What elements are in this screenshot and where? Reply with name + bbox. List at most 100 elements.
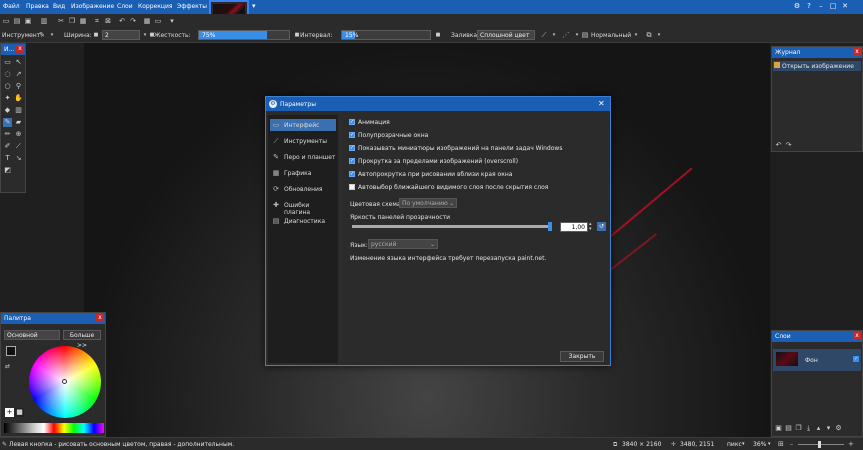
merge-layer-icon[interactable]: ⤓: [804, 424, 813, 433]
save-icon[interactable]: ▣: [24, 17, 32, 25]
nav-updates[interactable]: ⟳ Обновления: [270, 183, 336, 195]
swap-colors-icon[interactable]: ⇄: [5, 363, 10, 370]
ruler-icon[interactable]: ▭: [154, 17, 162, 25]
checkbox-autoscroll[interactable]: ✓: [349, 171, 355, 177]
menu-file[interactable]: Файл: [3, 3, 20, 10]
grid-icon[interactable]: ▦: [143, 17, 151, 25]
clone-stamp-icon[interactable]: ⊕: [14, 130, 23, 139]
layer-row[interactable]: Фон ✓: [773, 349, 861, 371]
redo-icon[interactable]: ↷: [129, 17, 137, 25]
menu-image[interactable]: Изображение: [71, 3, 114, 10]
eraser-icon[interactable]: ▰: [14, 118, 23, 127]
close-icon[interactable]: x: [96, 314, 104, 322]
minimize-icon[interactable]: –: [817, 2, 825, 10]
color-picker-icon[interactable]: ⟋: [14, 142, 23, 151]
shapes-icon[interactable]: ◩: [3, 166, 12, 175]
menu-adjustments[interactable]: Коррекция: [138, 3, 172, 10]
transparency-slider[interactable]: [352, 222, 552, 231]
selection-dropdown-icon[interactable]: ▾: [655, 31, 663, 39]
layer-down-icon[interactable]: ▾: [824, 424, 833, 433]
palette-color-icon[interactable]: ■: [15, 408, 24, 417]
bucket-icon[interactable]: ◆: [3, 106, 12, 115]
crop-icon[interactable]: ⌗: [93, 17, 101, 25]
checkbox-thumbnails[interactable]: ✓: [349, 145, 355, 151]
menu-edit[interactable]: Правка: [26, 3, 49, 10]
menu-effects[interactable]: Эффекты: [177, 3, 207, 10]
primary-color-swatch[interactable]: [6, 346, 16, 356]
blend-mode-dropdown-icon[interactable]: ▾: [632, 31, 640, 39]
zoom-out-icon[interactable]: –: [790, 441, 793, 448]
fill-select[interactable]: Сплошной цвет: [477, 30, 535, 40]
undo-icon[interactable]: ↶: [118, 17, 126, 25]
nav-diagnostics[interactable]: ▤ Диагностика: [270, 215, 336, 227]
palette-add-icon[interactable]: +: [5, 408, 14, 417]
options-icon[interactable]: ▾: [168, 17, 176, 25]
checkbox-overscroll[interactable]: ✓: [349, 158, 355, 164]
ellipse-select-icon[interactable]: ○: [3, 82, 12, 91]
color-wheel[interactable]: [29, 346, 101, 418]
zoom-value[interactable]: 36%: [753, 441, 766, 448]
interval-slider[interactable]: 15%: [341, 30, 431, 40]
units-select[interactable]: пикс: [727, 441, 742, 448]
transparency-input[interactable]: 1,00: [560, 222, 588, 232]
zoom-in-icon[interactable]: +: [848, 440, 854, 448]
magic-wand-icon[interactable]: ✦: [3, 94, 12, 103]
palette-mode-select[interactable]: Основной: [4, 330, 60, 340]
checkbox-translucent[interactable]: ✓: [349, 132, 355, 138]
delete-layer-icon[interactable]: ▤: [784, 424, 793, 433]
pin-icon[interactable]: ▾: [252, 2, 256, 10]
units-dropdown-icon[interactable]: ▾: [742, 441, 745, 447]
history-undo-icon[interactable]: ↶: [774, 141, 783, 150]
close-icon[interactable]: x: [853, 48, 861, 56]
nav-plugin-errors[interactable]: ✚ Ошибки плагина: [270, 199, 336, 216]
line-icon[interactable]: ↘: [14, 154, 23, 163]
duplicate-layer-icon[interactable]: ❐: [794, 424, 803, 433]
checkbox-animation[interactable]: ✓: [349, 119, 355, 125]
new-icon[interactable]: ▭: [2, 17, 10, 25]
open-icon[interactable]: ▤: [13, 17, 21, 25]
spinner-icon[interactable]: ▴ ▾: [589, 222, 592, 232]
close-icon[interactable]: x: [16, 45, 24, 53]
pencil-icon[interactable]: ✏: [3, 130, 12, 139]
language-select[interactable]: русский ⌄: [368, 239, 438, 249]
blend-mode[interactable]: Нормальный: [591, 32, 631, 39]
print-icon[interactable]: ▥: [40, 17, 48, 25]
help-icon[interactable]: ?: [805, 2, 813, 10]
palette-swatches[interactable]: [4, 423, 104, 433]
brush-tool-icon[interactable]: ✎: [38, 31, 46, 39]
blend-icon[interactable]: ⋰: [562, 31, 570, 39]
text-icon[interactable]: T: [3, 154, 12, 163]
antialias-dropdown-icon[interactable]: ▾: [550, 31, 558, 39]
deselect-icon[interactable]: ⊠: [104, 17, 112, 25]
nav-interface[interactable]: ▭ Интерфейс: [270, 119, 336, 131]
layer-visible-checkbox[interactable]: ✓: [853, 356, 859, 362]
rect-select-icon[interactable]: ▭: [3, 58, 12, 67]
close-button[interactable]: Закрыть: [560, 351, 604, 362]
selection-mode-icon[interactable]: ⧉: [645, 31, 653, 39]
add-layer-icon[interactable]: ▣: [774, 424, 783, 433]
close-icon[interactable]: ✕: [841, 2, 849, 10]
menu-view[interactable]: Вид: [53, 3, 65, 10]
gradient-icon[interactable]: ▥: [14, 106, 23, 115]
blend-dropdown-icon[interactable]: ▾: [573, 31, 581, 39]
lasso-icon[interactable]: ◌: [3, 70, 12, 79]
transparency-thumb[interactable]: [548, 222, 552, 231]
dropdown-icon[interactable]: ▾: [48, 31, 56, 39]
recolor-icon[interactable]: ✐: [3, 142, 12, 151]
copy-icon[interactable]: ❐: [68, 17, 76, 25]
history-item[interactable]: Открыть изображение: [773, 61, 861, 71]
pan-icon[interactable]: ✋: [14, 94, 23, 103]
cut-icon[interactable]: ✂: [57, 17, 65, 25]
paintbrush-icon[interactable]: ✎: [3, 118, 12, 127]
zoom-thumb[interactable]: [818, 441, 821, 448]
menu-layers[interactable]: Слои: [117, 3, 133, 10]
layer-up-icon[interactable]: ▴: [814, 424, 823, 433]
hardness-slider[interactable]: 75%: [198, 30, 290, 40]
nav-graphics[interactable]: ▦ Графика: [270, 167, 336, 179]
maximize-icon[interactable]: □: [829, 2, 837, 10]
move-selection-icon[interactable]: ↗: [14, 70, 23, 79]
checkbox-auto-select-layer[interactable]: [349, 184, 355, 190]
history-redo-icon[interactable]: ↷: [784, 141, 793, 150]
antialias-icon[interactable]: ⟋: [540, 31, 548, 39]
zoom-fit-icon[interactable]: ⊞: [778, 440, 784, 448]
